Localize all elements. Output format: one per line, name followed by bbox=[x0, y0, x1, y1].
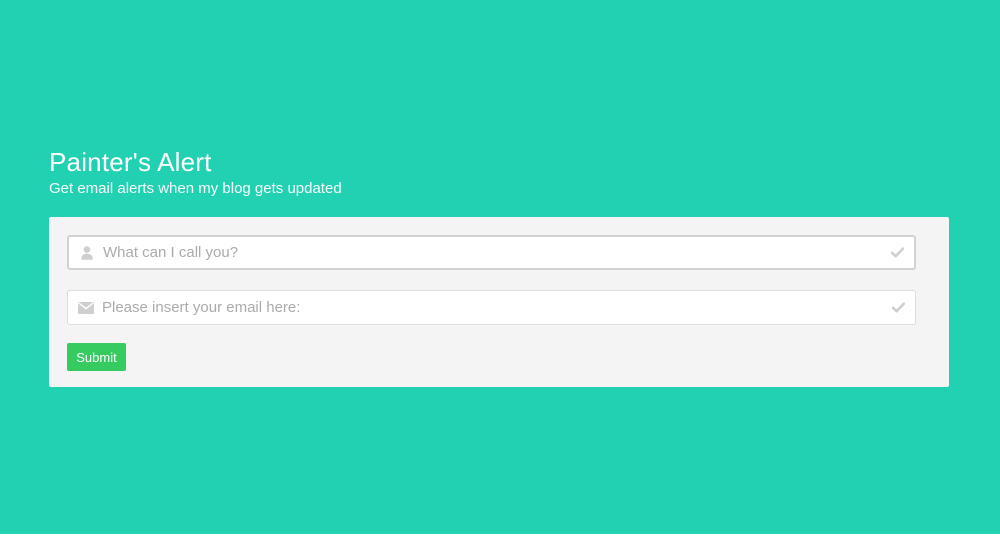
envelope-icon bbox=[78, 300, 94, 316]
check-icon bbox=[891, 301, 905, 315]
email-field[interactable] bbox=[67, 290, 916, 325]
email-input[interactable] bbox=[102, 291, 872, 324]
name-field[interactable] bbox=[67, 235, 916, 270]
name-input[interactable] bbox=[103, 237, 873, 268]
signup-form-card: Submit bbox=[49, 217, 949, 387]
page-subtitle: Get email alerts when my blog gets updat… bbox=[49, 180, 342, 197]
submit-button[interactable]: Submit bbox=[67, 343, 126, 371]
user-icon bbox=[79, 245, 95, 261]
check-icon bbox=[890, 246, 904, 260]
page-title: Painter's Alert bbox=[49, 147, 212, 177]
page-header: Painter's Alert Get email alerts when my… bbox=[49, 146, 342, 199]
